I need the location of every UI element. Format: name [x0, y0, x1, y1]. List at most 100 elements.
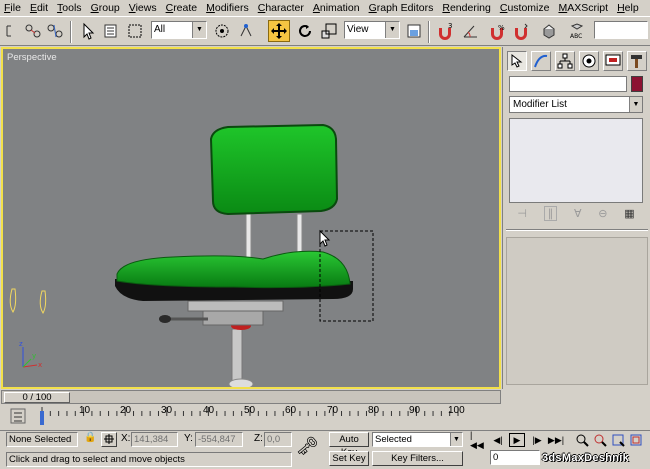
select-and-move-button[interactable]	[268, 20, 290, 42]
current-frame-marker[interactable]	[40, 411, 44, 425]
menu-animation[interactable]: Animation	[313, 2, 360, 14]
tab-motion[interactable]	[579, 51, 599, 71]
spinner-snap-button[interactable]	[510, 20, 532, 42]
undo-icon	[6, 25, 11, 37]
configure-modifier-sets-icon[interactable]: ▦	[624, 207, 634, 220]
zoom-extents-all-button[interactable]	[628, 433, 644, 447]
time-slider[interactable]: 0 / 100	[1, 390, 501, 404]
zoom-extents-button[interactable]	[610, 433, 626, 447]
menu-graph-editors[interactable]: Graph Editors	[369, 2, 434, 14]
select-object-button[interactable]	[76, 20, 98, 42]
chevron-down-icon: ▼	[629, 97, 642, 112]
select-and-scale-button[interactable]	[318, 20, 340, 42]
time-slider-thumb[interactable]: 0 / 100	[4, 392, 70, 403]
panel-divider	[506, 229, 648, 231]
go-to-start-button[interactable]: |◀◀	[470, 430, 486, 450]
object-name-field[interactable]	[509, 76, 627, 92]
tab-modify[interactable]	[531, 51, 551, 71]
move-icon	[271, 23, 287, 39]
magnifier-icon	[576, 434, 589, 447]
unlink-selection-button[interactable]	[44, 20, 66, 42]
modifier-stack[interactable]	[509, 118, 643, 203]
menu-views[interactable]: Views	[129, 2, 157, 14]
stack-toolbar: ⊣ ∥ ∀ ⊖ ▦	[509, 205, 643, 221]
play-button[interactable]: ▶	[509, 433, 525, 447]
snaps-toggle-button[interactable]: 3	[434, 20, 456, 42]
tick-label: 40	[203, 405, 215, 416]
perspective-viewport[interactable]: Perspective z x y	[1, 47, 501, 389]
manipulate-button[interactable]	[235, 20, 257, 42]
current-frame-field[interactable]: 0	[490, 450, 540, 465]
toolbar-separator	[70, 21, 72, 43]
tick-label: 50	[244, 405, 256, 416]
tab-utilities[interactable]	[627, 51, 647, 71]
chair-seat	[115, 250, 353, 301]
previous-frame-button[interactable]: ◀|	[490, 433, 506, 447]
angle-snap-button[interactable]	[460, 20, 482, 42]
rectangle-selection-icon	[128, 24, 142, 38]
menu-tools[interactable]: Tools	[57, 2, 82, 14]
select-by-name-button[interactable]	[100, 20, 122, 42]
menu-bar: File Edit Tools Group Views Create Modif…	[0, 0, 650, 16]
remove-modifier-icon[interactable]: ⊖	[598, 207, 607, 220]
key-filters-button[interactable]: Key Filters...	[372, 451, 463, 466]
reference-coordinate-dropdown[interactable]: View ▼	[344, 21, 400, 39]
set-key-mode-icon[interactable]: 🗝	[296, 436, 319, 457]
percent-snap-icon: %	[491, 24, 505, 40]
percent-snap-button[interactable]: %	[486, 20, 508, 42]
menu-help[interactable]: Help	[617, 2, 639, 14]
watermark: 3dsMaxDeshnik	[542, 452, 630, 464]
pin-stack-icon[interactable]: ⊣	[517, 207, 527, 220]
named-selection-field[interactable]	[594, 21, 648, 39]
menu-group[interactable]: Group	[91, 2, 120, 14]
menu-rendering[interactable]: Rendering	[442, 2, 490, 14]
svg-text:z: z	[19, 340, 23, 348]
menu-edit[interactable]: Edit	[30, 2, 48, 14]
pivot-icon	[407, 24, 421, 38]
select-and-link-button[interactable]	[22, 20, 44, 42]
zoom-button[interactable]	[574, 433, 590, 447]
window-crossing-button[interactable]	[211, 20, 233, 42]
set-key-button[interactable]: Set Key	[329, 451, 369, 466]
menu-create[interactable]: Create	[166, 2, 198, 14]
show-end-result-icon[interactable]: ∥	[543, 205, 558, 221]
y-coord-field[interactable]: -554,847	[195, 432, 243, 447]
modifier-list-dropdown[interactable]: Modifier List ▼	[509, 96, 643, 113]
z-coord-field[interactable]: 0,0	[264, 432, 292, 447]
zoom-all-button[interactable]	[592, 433, 608, 447]
menu-character[interactable]: Character	[258, 2, 304, 14]
select-and-rotate-button[interactable]	[294, 20, 316, 42]
tab-hierarchy[interactable]	[555, 51, 575, 71]
key-mode-dropdown[interactable]: Selected ▼	[372, 432, 463, 447]
menu-customize[interactable]: Customize	[500, 2, 550, 14]
create-arrow-icon	[511, 53, 523, 68]
menu-file[interactable]: File	[4, 2, 21, 14]
abc-named-selection-button[interactable]: ABC	[566, 20, 588, 42]
tick-label: 70	[327, 405, 339, 416]
manipulate-icon	[240, 24, 252, 37]
make-unique-icon[interactable]: ∀	[574, 207, 582, 220]
go-to-end-button[interactable]: ▶▶|	[548, 433, 564, 447]
absolute-mode-toggle-button[interactable]	[101, 432, 117, 447]
undo-button[interactable]	[2, 20, 24, 42]
object-color-swatch[interactable]	[631, 76, 643, 92]
tick-label: 80	[368, 405, 380, 416]
go-to-start-icon: |◀◀	[470, 429, 484, 450]
menu-modifiers[interactable]: Modifiers	[206, 2, 249, 14]
rectangular-selection-button[interactable]	[124, 20, 146, 42]
scene-render: z x y	[9, 123, 374, 387]
arrow-cursor-icon	[83, 22, 95, 40]
pivot-center-button[interactable]	[403, 20, 425, 42]
menu-maxscript[interactable]: MAXScript	[558, 2, 608, 14]
auto-key-button[interactable]: Auto Key	[329, 432, 369, 458]
tab-create[interactable]	[507, 51, 527, 71]
parameters-rollout-area	[506, 237, 648, 385]
lock-selection-icon[interactable]: 🔒	[84, 432, 96, 443]
unlink-icon	[47, 24, 63, 38]
next-frame-button[interactable]: |▶	[529, 433, 545, 447]
edit-named-selection-button[interactable]	[538, 20, 560, 42]
selection-filter-dropdown[interactable]: All ▼	[151, 21, 207, 39]
tab-display[interactable]	[603, 51, 623, 71]
previous-frame-icon: ◀|	[493, 434, 503, 445]
x-coord-field[interactable]: 141,384	[131, 432, 178, 447]
